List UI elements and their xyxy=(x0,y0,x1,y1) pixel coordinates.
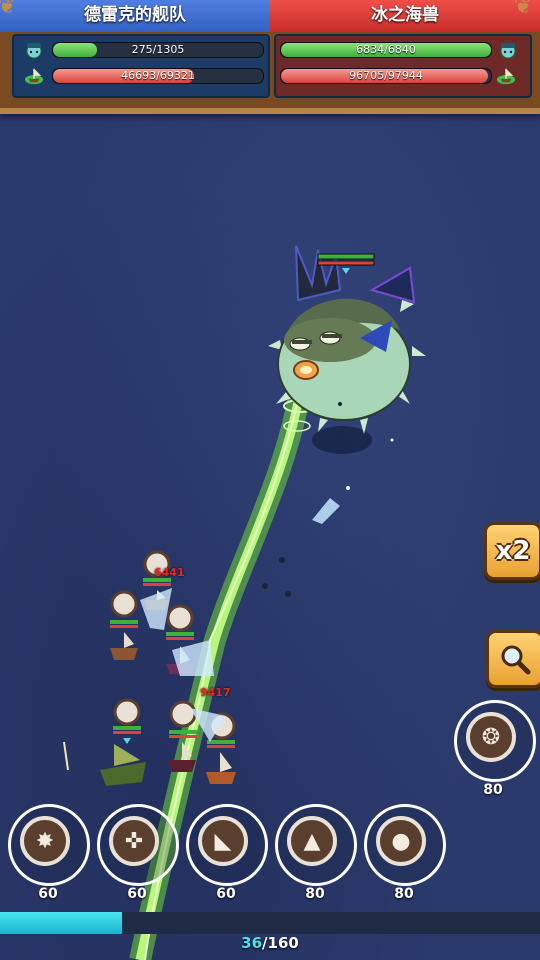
wolf-head-icon: ◣ xyxy=(198,816,248,866)
fleet-ship xyxy=(110,590,138,660)
crosshair-icon: ✜ xyxy=(109,816,159,866)
cannonball-icon: ● xyxy=(376,816,426,866)
ship-icon xyxy=(496,68,516,85)
skill-button-wolf-head[interactable]: ◣ xyxy=(184,802,268,886)
star-burst-icon: ✸ xyxy=(20,816,70,866)
boss-health-bars xyxy=(317,253,375,274)
winged-skull-icon: ❂ xyxy=(466,712,516,762)
skill-button-cannonball[interactable]: ● xyxy=(362,802,446,886)
speed-x2-icon: x2 xyxy=(495,536,531,566)
skill-button-crosshair[interactable]: ✜ xyxy=(95,802,179,886)
left-team-panel: 275/1305 46693/69321 xyxy=(12,34,270,98)
damage-number: 6441 xyxy=(154,566,185,579)
energy-progress-text: 36/160 xyxy=(241,934,299,952)
skill-cost: 60 xyxy=(216,886,236,902)
damage-number: 9417 xyxy=(200,686,231,699)
cannon-shot-trail xyxy=(63,741,69,771)
left-crew-hp-text: 275/1305 xyxy=(131,43,185,56)
left-team-name: 德雷克的舰队 xyxy=(0,0,270,32)
shark-fin-icon: ▲ xyxy=(287,816,337,866)
skill-cost: 80 xyxy=(394,886,414,902)
skill-button-star-burst[interactable]: ✸ xyxy=(6,802,90,886)
left-ship-hp-bar: 46693/69321 xyxy=(52,68,264,84)
player-fleet xyxy=(63,550,236,786)
team-title-bar: 德雷克的舰队 冰之海兽 xyxy=(0,0,540,32)
skill-cost: 60 xyxy=(38,886,58,902)
energy-progress-bar xyxy=(0,912,540,934)
energy-current: 36 xyxy=(241,934,263,952)
pirate-head-icon xyxy=(500,43,516,59)
inspect-button[interactable] xyxy=(486,630,540,688)
skill-button-shark-fin[interactable]: ▲ xyxy=(273,802,357,886)
ship-icon xyxy=(24,68,44,85)
battle-hud: 德雷克的舰队 冰之海兽 ❦ ❦ 275/1305 46693/69321 683… xyxy=(0,0,540,114)
fleet-ship xyxy=(100,698,146,786)
skill-cost: 60 xyxy=(127,886,147,902)
skill-cost: 80 xyxy=(483,782,503,798)
skill-button-winged-skull[interactable]: ❂ xyxy=(452,698,536,782)
right-team-panel: 6834/6840 96705/97944 xyxy=(274,34,532,98)
pirate-head-icon xyxy=(26,43,42,59)
corner-ornament-icon: ❦ xyxy=(0,0,17,19)
magnifier-icon xyxy=(501,645,531,675)
right-ship-hp-bar: 96705/97944 xyxy=(280,68,492,84)
right-ship-hp-text: 96705/97944 xyxy=(349,69,423,82)
right-team-name: 冰之海兽 xyxy=(270,0,540,32)
energy-total: 160 xyxy=(267,934,299,952)
skill-cost: 80 xyxy=(305,886,325,902)
right-crew-hp-text: 6834/6840 xyxy=(356,43,416,56)
corner-ornament-icon: ❦ xyxy=(514,0,533,19)
left-ship-hp-text: 46693/69321 xyxy=(121,69,195,82)
left-crew-hp-bar: 275/1305 xyxy=(52,42,264,58)
energy-progress-fill xyxy=(0,912,122,934)
speed-x2-button[interactable]: x2 xyxy=(484,522,540,580)
right-crew-hp-bar: 6834/6840 xyxy=(280,42,492,58)
